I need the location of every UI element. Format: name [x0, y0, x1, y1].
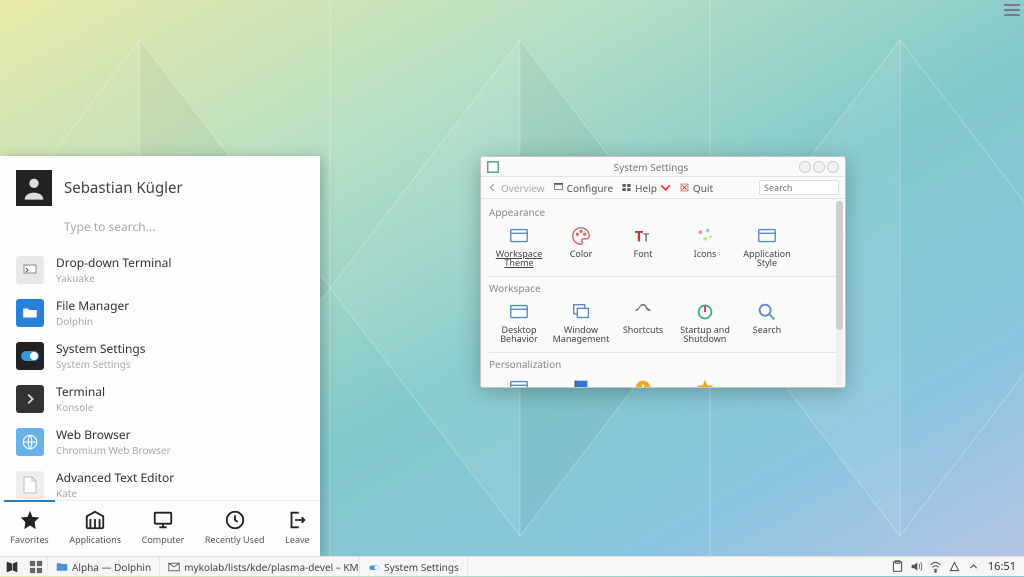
favorite-sublabel: System Settings: [56, 357, 146, 371]
settings-item-application-style[interactable]: Application Style: [737, 223, 797, 270]
window-icon: [508, 377, 530, 387]
configure-button[interactable]: Configure: [553, 181, 613, 195]
favorite-item[interactable]: TerminalKonsole: [0, 377, 320, 420]
launcher-tab-recently-used[interactable]: Recently Used: [205, 509, 265, 546]
chevron-icon: [16, 385, 44, 413]
favorite-label: Drop-down Terminal: [56, 254, 171, 271]
favorite-item[interactable]: Advanced Text EditorKate: [0, 463, 320, 500]
favorite-item[interactable]: Web BrowserChromium Web Browser: [0, 420, 320, 463]
settings-item-icons[interactable]: Icons: [675, 223, 735, 270]
activity-button[interactable]: [24, 557, 48, 577]
section-title: Appearance: [489, 205, 837, 219]
launcher-tab-applications[interactable]: Applications: [69, 509, 121, 546]
keyboard-icon: [632, 301, 654, 323]
window-toolbar: Overview Configure Help Quit: [481, 177, 845, 199]
bell-icon: !: [632, 377, 654, 387]
settings-item-desktop-behavior[interactable]: Desktop Behavior: [489, 299, 549, 346]
globe-icon: [16, 428, 44, 456]
launcher-search-input[interactable]: [64, 218, 304, 235]
launcher-tab-leave[interactable]: Leave: [285, 509, 310, 546]
favorite-label: System Settings: [56, 340, 146, 357]
section-title: Workspace: [489, 281, 837, 295]
window-close-button[interactable]: [827, 161, 839, 173]
favorite-item[interactable]: System SettingsSystem Settings: [0, 334, 320, 377]
toggle-icon: [16, 342, 44, 370]
scrollbar[interactable]: [836, 201, 843, 385]
settings-item-applications[interactable]: Applications: [675, 375, 735, 387]
settings-item-account-details[interactable]: Account Details: [489, 375, 549, 387]
window-title: System Settings: [503, 160, 799, 174]
favorite-sublabel: Yakuake: [56, 271, 171, 285]
favorite-label: Web Browser: [56, 426, 171, 443]
system-tray: [883, 560, 988, 573]
tray-expand-icon[interactable]: [967, 560, 980, 573]
settings-item-startup-and-shutdown[interactable]: Startup and Shutdown: [675, 299, 735, 346]
sparkles-icon: [694, 225, 716, 247]
window-icon: [508, 225, 530, 247]
settings-item-search[interactable]: Search: [737, 299, 797, 346]
launcher-tabs: Favorites Applications Computer Recently…: [0, 500, 320, 556]
network-icon[interactable]: [929, 560, 942, 573]
system-settings-window: System Settings Overview Configure Help …: [480, 156, 846, 388]
folder-icon: [16, 299, 44, 327]
user-avatar[interactable]: [16, 170, 52, 206]
taskbar-task[interactable]: mykolab/lists/kde/plasma-devel – KMail: [160, 557, 360, 576]
settings-item-regional-settings[interactable]: Regional Settings: [551, 375, 611, 387]
taskbar-task[interactable]: System Settings: [360, 557, 468, 576]
settings-item-font[interactable]: TT Font: [613, 223, 673, 270]
desktop-menu-button[interactable]: [1004, 4, 1020, 16]
favorite-sublabel: Konsole: [56, 400, 105, 414]
favorite-item[interactable]: Drop-down TerminalYakuake: [0, 248, 320, 291]
favorites-list: Drop-down TerminalYakuake File ManagerDo…: [0, 244, 320, 500]
taskbar: Alpha — Dolphinmykolab/lists/kde/plasma-…: [0, 556, 1024, 576]
settings-item-shortcuts[interactable]: Shortcuts: [613, 299, 673, 346]
window-icon: [756, 225, 778, 247]
help-button[interactable]: Help: [621, 181, 671, 195]
search-icon: [756, 301, 778, 323]
favorite-sublabel: Chromium Web Browser: [56, 443, 171, 457]
settings-item-window-management[interactable]: Window Management: [551, 299, 611, 346]
terminal-drop-icon: [16, 256, 44, 284]
window-icon: [508, 301, 530, 323]
volume-icon[interactable]: [910, 560, 923, 573]
settings-item-workspace-theme[interactable]: Workspace Theme: [489, 223, 549, 270]
launcher-tab-favorites[interactable]: Favorites: [10, 509, 48, 546]
layers-icon: [570, 301, 592, 323]
window-minimize-button[interactable]: [799, 161, 811, 173]
app-icon: [487, 161, 499, 173]
launcher-tab-computer[interactable]: Computer: [142, 509, 185, 546]
svg-text:!: !: [642, 380, 645, 387]
settings-search-input[interactable]: [759, 180, 839, 195]
svg-text:T: T: [643, 231, 649, 246]
favorite-sublabel: Kate: [56, 486, 174, 500]
favorite-sublabel: Dolphin: [56, 314, 129, 328]
updates-icon[interactable]: [948, 560, 961, 573]
clock[interactable]: 16:51: [988, 559, 1024, 574]
taskbar-task[interactable]: Alpha — Dolphin: [48, 557, 160, 576]
favorite-label: Terminal: [56, 383, 105, 400]
overview-button[interactable]: Overview: [487, 181, 545, 195]
settings-item-notification[interactable]: ! Notification: [613, 375, 673, 387]
window-titlebar[interactable]: System Settings: [481, 157, 845, 177]
settings-body: Appearance Workspace Theme Color TT Font…: [481, 199, 845, 387]
window-maximize-button[interactable]: [813, 161, 825, 173]
palette-icon: [570, 225, 592, 247]
favorite-label: File Manager: [56, 297, 129, 314]
font-icon: TT: [632, 225, 654, 247]
star-gold-icon: [694, 377, 716, 387]
section-title: Personalization: [489, 357, 837, 371]
username-label: Sebastian Kügler: [64, 178, 183, 198]
flag-icon: [570, 377, 592, 387]
favorite-label: Advanced Text Editor: [56, 469, 174, 486]
favorite-item[interactable]: File ManagerDolphin: [0, 291, 320, 334]
quit-button[interactable]: Quit: [679, 181, 713, 195]
power-icon: [694, 301, 716, 323]
application-launcher: Sebastian Kügler Drop-down TerminalYakua…: [0, 156, 320, 556]
doc-icon: [16, 471, 44, 499]
settings-item-color[interactable]: Color: [551, 223, 611, 270]
start-button[interactable]: [0, 557, 24, 577]
clipboard-icon[interactable]: [891, 560, 904, 573]
